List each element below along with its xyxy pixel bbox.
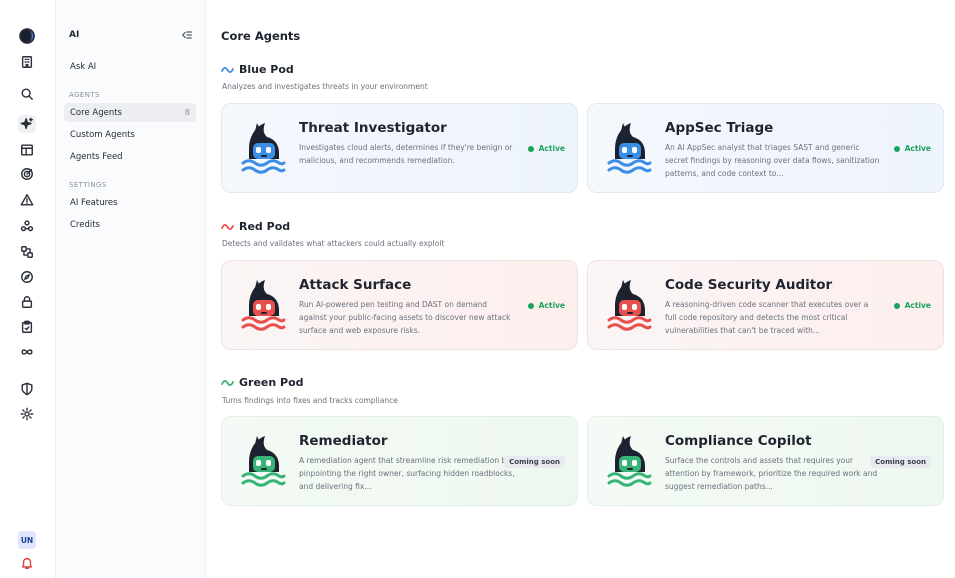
user-avatar[interactable]: UN (18, 531, 36, 549)
cluster-icon[interactable] (18, 217, 36, 235)
agent-title: Compliance Copilot (665, 433, 812, 449)
orca-mascot-icon (241, 436, 286, 487)
agent-card-compliance-copilot[interactable]: Compliance Copilot Surface the controls … (587, 416, 944, 506)
agent-card-threat-investigator[interactable]: Threat Investigator Investigates cloud a… (221, 103, 578, 193)
agent-description: Run AI-powered pen testing and DAST on d… (299, 300, 511, 335)
icon-rail: UN (0, 0, 56, 578)
status-badge: Active (527, 144, 565, 153)
status-dot-icon (893, 145, 900, 152)
agent-title: Code Security Auditor (665, 277, 833, 293)
agent-title: AppSec Triage (665, 120, 774, 136)
orca-mascot-icon (241, 280, 286, 331)
coming-soon-badge: Coming soon (504, 456, 565, 468)
sidebar-item-label: Agents Feed (70, 151, 123, 162)
section-agents: AGENTS (69, 91, 100, 99)
pod-name: Red Pod (239, 220, 291, 233)
page-title: Core Agents (221, 29, 301, 43)
orca-mascot-icon (241, 123, 286, 174)
status-label: Active (904, 301, 931, 310)
status-label: Active (538, 144, 565, 153)
pod-header-red: Red Pod (221, 220, 290, 233)
orca-mascot-icon (607, 280, 652, 331)
gear-icon[interactable] (18, 405, 36, 423)
compass-icon[interactable] (18, 268, 36, 286)
agent-title: Remediator (299, 433, 388, 449)
lock-icon[interactable] (18, 293, 36, 311)
logo-icon[interactable] (18, 27, 36, 45)
status-badge: Active (527, 301, 565, 310)
pod-description: Detects and validates what attackers cou… (222, 239, 445, 248)
layout-icon[interactable] (18, 141, 36, 159)
sidebar-item-agents-feed[interactable]: Agents Feed (64, 147, 196, 166)
sidebar-item-core-agents[interactable]: Core Agents 8 (64, 103, 196, 122)
wave-icon (221, 223, 234, 230)
workflow-icon[interactable] (18, 243, 36, 261)
sidebar-item-label: Core Agents (70, 107, 122, 118)
warning-icon[interactable] (18, 191, 36, 209)
wave-icon (221, 379, 234, 386)
status-badge: Active (893, 144, 931, 153)
pod-header-blue: Blue Pod (221, 63, 294, 76)
agent-title: Attack Surface (299, 277, 412, 293)
wave-icon (221, 66, 234, 73)
agent-card-appsec-triage[interactable]: AppSec Triage An AI AppSec analyst that … (587, 103, 944, 193)
sidebar-item-label: AI Features (70, 197, 118, 208)
section-settings: SETTINGS (69, 181, 107, 189)
status-badge: Active (893, 301, 931, 310)
orca-mascot-icon (607, 123, 652, 174)
target-icon[interactable] (18, 165, 36, 183)
status-label: Active (538, 301, 565, 310)
pod-name: Green Pod (239, 376, 304, 389)
agent-description: Investigates cloud alerts, determines if… (299, 143, 513, 165)
agent-description: An AI AppSec analyst that triages SAST a… (665, 143, 880, 178)
pod-description: Turns findings into fixes and tracks com… (222, 396, 398, 405)
count-badge: 8 (184, 108, 190, 117)
agent-title: Threat Investigator (299, 120, 447, 136)
orca-mascot-icon (607, 436, 652, 487)
agent-card-remediator[interactable]: Remediator A remediation agent that stre… (221, 416, 578, 506)
sidebar-item-custom-agents[interactable]: Custom Agents (64, 125, 196, 144)
pod-name: Blue Pod (239, 63, 294, 76)
building-icon[interactable] (18, 53, 36, 71)
agent-description: A remediation agent that streamline risk… (299, 456, 515, 491)
sidebar-item-ask-ai[interactable]: Ask AI (64, 57, 196, 76)
sidebar-item-credits[interactable]: Credits (64, 215, 196, 234)
collapse-sidebar-icon[interactable] (180, 28, 194, 42)
bell-icon[interactable] (18, 554, 36, 572)
sidebar-item-ai-features[interactable]: AI Features (64, 193, 196, 212)
sparkle-icon[interactable] (18, 115, 36, 133)
search-icon[interactable] (18, 85, 36, 103)
status-dot-icon (527, 145, 534, 152)
status-dot-icon (527, 302, 534, 309)
coming-soon-badge: Coming soon (870, 456, 931, 468)
status-dot-icon (893, 302, 900, 309)
ai-sidebar: AI Ask AI AGENTS Core Agents 8 Custom Ag… (56, 0, 206, 578)
infinity-icon[interactable] (18, 343, 36, 361)
shield-icon[interactable] (18, 380, 36, 398)
clipboard-icon[interactable] (18, 318, 36, 336)
status-label: Active (904, 144, 931, 153)
sidebar-title: AI (69, 30, 80, 40)
sidebar-item-label: Ask AI (70, 61, 97, 72)
agent-card-code-security-auditor[interactable]: Code Security Auditor A reasoning-driven… (587, 260, 944, 350)
agent-card-attack-surface[interactable]: Attack Surface Run AI-powered pen testin… (221, 260, 578, 350)
pod-description: Analyzes and investigates threats in you… (222, 82, 428, 91)
pod-header-green: Green Pod (221, 376, 304, 389)
agent-description: A reasoning-driven code scanner that exe… (665, 300, 869, 335)
agent-description: Surface the controls and assets that req… (665, 456, 878, 491)
sidebar-item-label: Custom Agents (70, 129, 135, 140)
main-content: Core Agents Blue Pod Analyzes and invest… (206, 0, 955, 578)
sidebar-item-label: Credits (70, 219, 100, 230)
